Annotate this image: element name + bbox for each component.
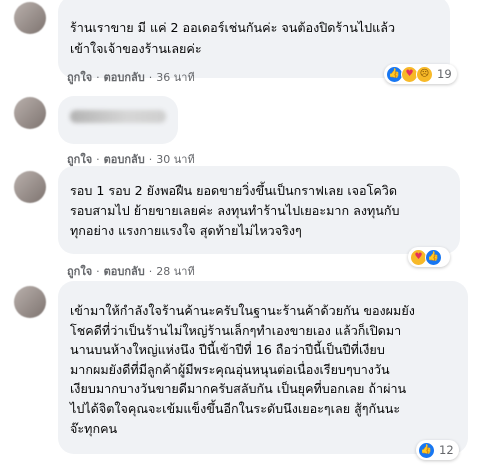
avatar[interactable]	[14, 2, 46, 34]
avatar[interactable]	[14, 97, 46, 129]
avatar[interactable]	[14, 171, 46, 203]
comment-actions: ถูกใจ · ตอบกลับ · 28 นาที	[67, 262, 195, 280]
reply-button[interactable]: ตอบกลับ	[104, 262, 145, 280]
sad-icon: ☹	[416, 65, 433, 83]
comment-time[interactable]: 28 นาที	[156, 262, 194, 280]
reply-button[interactable]: ตอบกลับ	[104, 68, 145, 86]
like-button[interactable]: ถูกใจ	[67, 68, 92, 86]
reaction-summary[interactable]: 👍 12	[416, 440, 459, 460]
reaction-summary[interactable]: 👍 ♥ ☹ 19	[384, 64, 457, 84]
avatar[interactable]	[14, 286, 46, 318]
reaction-count: 12	[439, 443, 454, 457]
comment-time[interactable]: 36 นาที	[156, 68, 194, 86]
like-button[interactable]: ถูกใจ	[67, 262, 92, 280]
comment-bubble: เข้ามาให้กำลังใจร้านค้านะครับในฐานะร้านค…	[58, 281, 468, 454]
like-icon: 👍	[418, 441, 435, 459]
comment-actions: ถูกใจ · ตอบกลับ · 36 นาที	[67, 68, 195, 86]
comment-bubble: รอบ 1 รอบ 2 ยังพอฝืน ยอดขายวิ่งขึ้นเป็นก…	[58, 166, 460, 254]
comment-bubble	[58, 96, 178, 144]
comment-text: เข้ามาให้กำลังใจร้านค้านะครับในฐานะร้านค…	[70, 303, 415, 436]
reaction-count: 19	[437, 67, 452, 81]
comment-text: รอบ 1 รอบ 2 ยังพอฝืน ยอดขายวิ่งขึ้นเป็นก…	[70, 183, 400, 238]
comment-text: ร้านเราขาย มี แค่ 2 ออเดอร์เช่นกันค่ะ จน…	[70, 20, 396, 56]
blurred-text	[70, 110, 166, 123]
like-icon: 👍	[425, 248, 442, 266]
reaction-summary[interactable]: ♥ 👍	[408, 247, 450, 267]
